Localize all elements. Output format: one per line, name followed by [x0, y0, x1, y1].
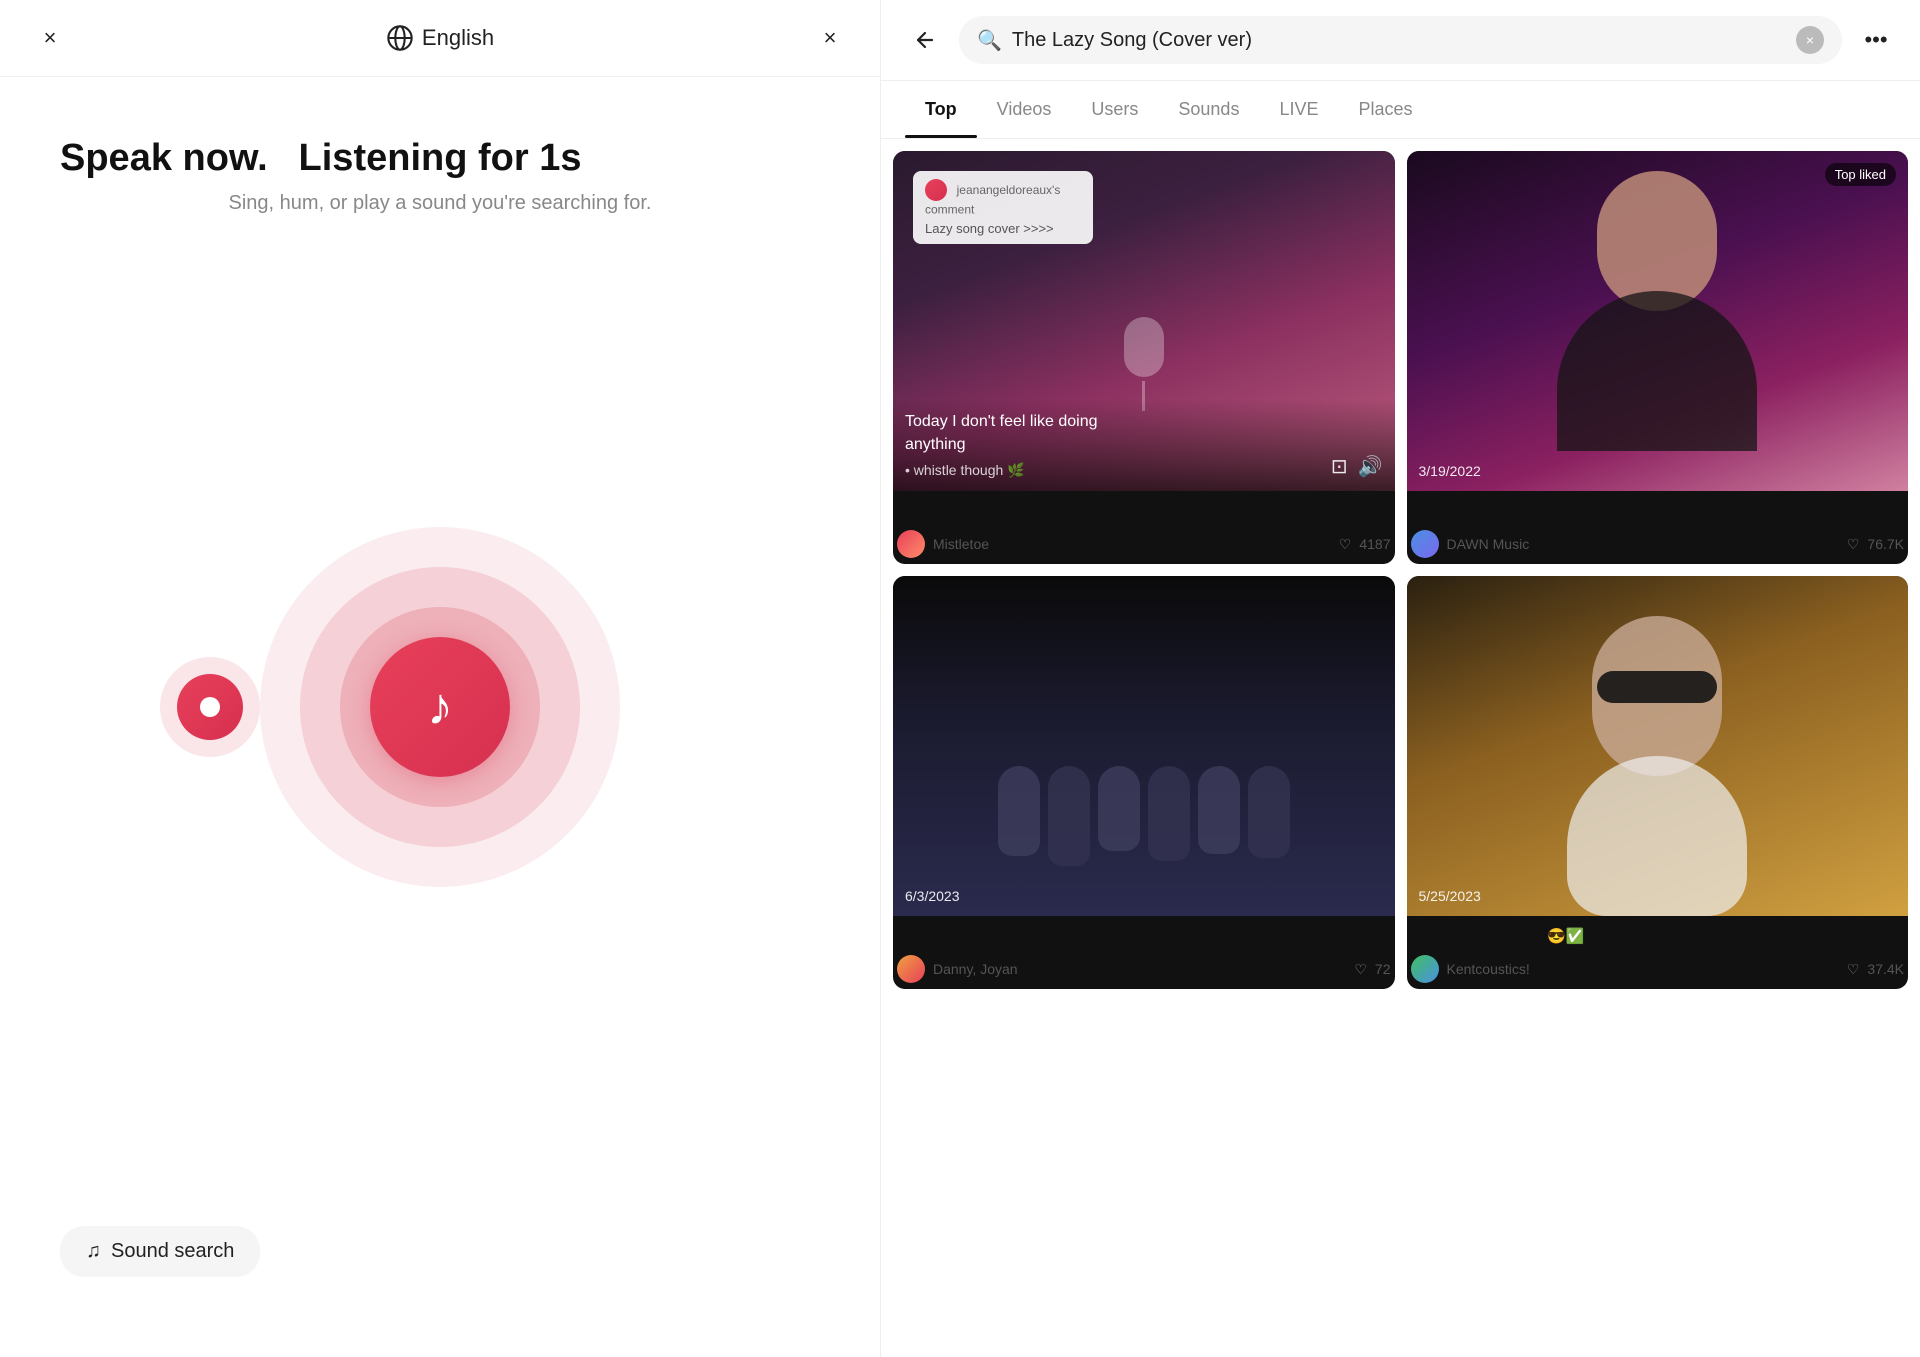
video-card-2[interactable]: Top liked 3/19/2022 The lazy song • Gigi… [1407, 151, 1909, 564]
video-caption-1: Today I don't feel like doinganything [905, 411, 1383, 456]
tab-users[interactable]: Users [1071, 81, 1158, 138]
comment-avatar [925, 179, 947, 201]
author-avatar-3 [897, 955, 925, 983]
close-button-left[interactable]: × [30, 18, 70, 58]
video-card-4[interactable]: 5/25/2023 BRUNO MARS : ON😎✅ Lazy song Sh… [1407, 576, 1909, 989]
video-meta-2: DAWN Music ♡ 76.7K [1411, 530, 1905, 558]
video-meta-1: Mistletoe ♡ 4187 [897, 530, 1391, 558]
tab-videos[interactable]: Videos [977, 81, 1072, 138]
sound-search-label: Sound search [111, 1240, 234, 1263]
music-note-icon: ♪ [427, 677, 453, 737]
video-date-4: 5/25/2023 [1419, 888, 1481, 904]
sound-search-button[interactable]: ♫ Sound search [60, 1226, 260, 1277]
author-name-2: DAWN Music [1447, 536, 1839, 552]
sound-icon[interactable]: 🔊 [1358, 454, 1383, 479]
globe-icon [386, 24, 414, 52]
search-bar[interactable]: 🔍 The Lazy Song (Cover ver) × [959, 16, 1842, 64]
video-thumbnail-4: 5/25/2023 [1407, 576, 1909, 916]
video-grid: jeanangeldoreaux's comment Lazy song cov… [881, 139, 1920, 1357]
like-count-4: 37.4K [1867, 961, 1904, 977]
back-button[interactable] [905, 20, 945, 60]
video-caption-extra: • whistle though 🌿 [905, 462, 1383, 479]
top-liked-badge: Top liked [1825, 163, 1896, 186]
video-card-1[interactable]: jeanangeldoreaux's comment Lazy song cov… [893, 151, 1395, 564]
video-card-3[interactable]: 6/3/2023 Lazy Song by Bruno Mars, arrang… [893, 576, 1395, 989]
author-name-1: Mistletoe [933, 536, 1331, 552]
tab-sounds[interactable]: Sounds [1158, 81, 1259, 138]
author-avatar-1 [897, 530, 925, 558]
body-shape [1557, 291, 1757, 451]
language-button[interactable]: English [386, 24, 494, 52]
music-icon: ♫ [86, 1240, 101, 1263]
caption-icon[interactable]: ⊡ [1331, 454, 1348, 479]
author-avatar-4 [1411, 955, 1439, 983]
left-header: × English × [0, 0, 880, 77]
video-meta-4: Kentcoustics! ♡ 37.4K [1411, 955, 1905, 983]
mic-visual [1124, 317, 1164, 411]
video-date-2: 3/19/2022 [1419, 463, 1481, 479]
language-label: English [422, 25, 494, 51]
music-search-button[interactable]: ♪ [370, 637, 510, 777]
like-count-2: 76.7K [1867, 536, 1904, 552]
right-panel: 🔍 The Lazy Song (Cover ver) × ••• Top Vi… [880, 0, 1920, 1357]
tab-live[interactable]: LIVE [1259, 81, 1338, 138]
search-icon: 🔍 [977, 28, 1002, 53]
video-controls-1: ⊡ 🔊 [1331, 454, 1383, 479]
video-info-4: BRUNO MARS : ON😎✅ Lazy song Short cover … [1407, 916, 1909, 989]
like-count-3: 72 [1375, 961, 1391, 977]
mic-head [1124, 317, 1164, 377]
head-shape [1597, 171, 1717, 311]
record-small-button[interactable] [160, 657, 260, 757]
music-search-button-container: ♪ [260, 527, 620, 887]
left-content: Speak now. Listening for 1s Sing, hum, o… [0, 77, 880, 1357]
author-avatar-2 [1411, 530, 1439, 558]
video-info-2: The lazy song • Gigi the Lana cover . Tu… [1407, 491, 1909, 564]
comment-bubble-1: jeanangeldoreaux's comment Lazy song cov… [913, 171, 1093, 244]
sunglasses-shape [1597, 671, 1717, 703]
video-thumbnail-2: Top liked 3/19/2022 [1407, 151, 1909, 491]
left-panel: × English × Speak now. Listening for 1s … [0, 0, 880, 1357]
group-silhouettes [998, 766, 1290, 866]
back-arrow-icon [913, 28, 937, 52]
video-title-4: BRUNO MARS : ON😎✅ Lazy song Short cover [1411, 926, 1905, 947]
video-title-2: The lazy song • Gigi the Lana cover . Tu… [1411, 501, 1905, 522]
heart-icon-4: ♡ [1847, 961, 1860, 978]
more-options-button[interactable]: ••• [1856, 20, 1896, 60]
record-dot [200, 697, 220, 717]
video-title-1: Lazy song cover >>>> #thelazysong Replyi… [897, 501, 1391, 522]
video-info-1: Lazy song cover >>>> #thelazysong Replyi… [893, 491, 1395, 564]
video-meta-3: Danny, Joyan ♡ 72 [897, 955, 1391, 983]
author-name-4: Kentcoustics! [1447, 961, 1839, 977]
record-small-inner-btn[interactable] [177, 674, 243, 740]
selfie-figure [1537, 171, 1777, 451]
tab-top[interactable]: Top [905, 81, 977, 138]
search-query-display: The Lazy Song (Cover ver) [1012, 29, 1786, 52]
comment-text: Lazy song cover >>>> [925, 221, 1081, 236]
video-info-3: Lazy Song by Bruno Mars, arranged by Jam… [893, 916, 1395, 989]
heart-icon-3: ♡ [1354, 961, 1367, 978]
shirt-shape [1567, 756, 1747, 916]
search-clear-button[interactable]: × [1796, 26, 1824, 54]
tab-places[interactable]: Places [1338, 81, 1432, 138]
listening-subtitle: Sing, hum, or play a sound you're search… [229, 192, 652, 215]
video-date-3: 6/3/2023 [905, 888, 960, 904]
author-name-3: Danny, Joyan [933, 961, 1346, 977]
video-overlay-1: Today I don't feel like doinganything • … [893, 399, 1395, 491]
video-title-3: Lazy Song by Bruno Mars, arranged by Jam… [897, 926, 1391, 947]
tabs-bar: Top Videos Users Sounds LIVE Places [881, 81, 1920, 139]
like-count-1: 4187 [1359, 536, 1390, 552]
video-thumbnail-3: 6/3/2023 [893, 576, 1395, 916]
heart-icon-2: ♡ [1847, 536, 1860, 553]
sunglasses-figure [1557, 616, 1757, 876]
listening-title: Listening for 1s [299, 137, 582, 180]
video-thumbnail-1: jeanangeldoreaux's comment Lazy song cov… [893, 151, 1395, 491]
close-button-header-right[interactable]: × [810, 18, 850, 58]
heart-icon-1: ♡ [1339, 536, 1352, 553]
right-header: 🔍 The Lazy Song (Cover ver) × ••• [881, 0, 1920, 81]
